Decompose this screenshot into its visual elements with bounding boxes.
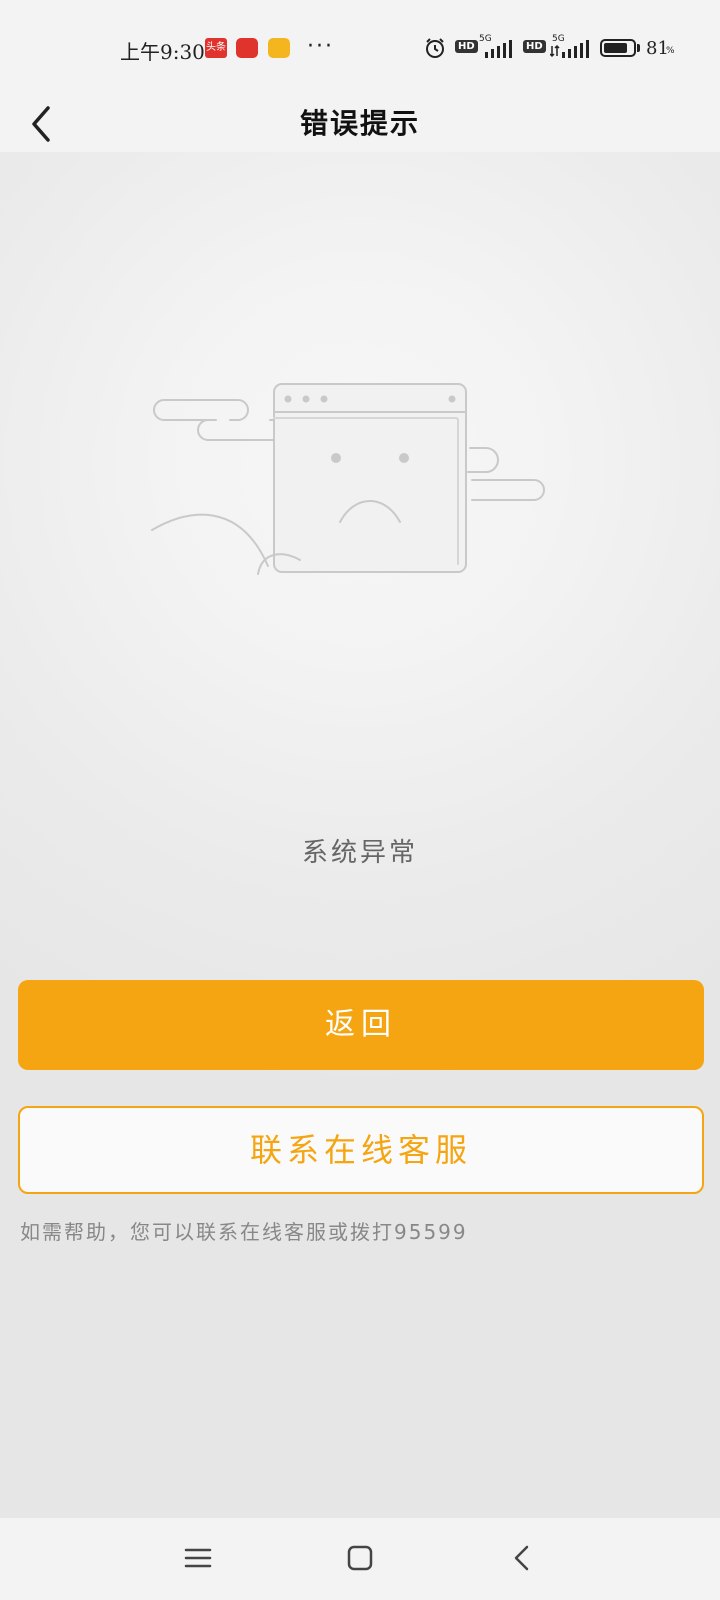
signal-icon — [550, 40, 589, 58]
contact-online-service-button[interactable]: 联系在线客服 — [18, 1106, 704, 1194]
toutiao-notification-icon: 头条 — [205, 38, 227, 58]
alarm-icon — [426, 38, 444, 58]
battery-icon — [600, 39, 636, 57]
battery-tip — [637, 44, 640, 52]
status-time: 上午9:30 — [120, 40, 205, 64]
hd-indicator: HD — [523, 40, 546, 53]
main-content: 系统异常 返回 联系在线客服 如需帮助，您可以联系在线客服或拨打95599 — [0, 152, 720, 1518]
more-notifications-icon: ··· — [307, 34, 334, 59]
menu-icon[interactable] — [178, 1538, 218, 1578]
home-square-icon[interactable] — [340, 1538, 380, 1578]
error-message: 系统异常 — [301, 838, 418, 868]
return-button[interactable]: 返回 — [18, 980, 704, 1070]
battery-fill — [604, 43, 627, 53]
status-bar: 上午9:30 头条 ··· HD 5G HD 5G 81 % — [0, 0, 720, 96]
back-triangle-icon[interactable] — [503, 1538, 543, 1578]
system-navigation-bar — [0, 1518, 720, 1600]
mail-notification-icon — [268, 38, 290, 58]
hd-indicator: HD — [455, 40, 478, 53]
sad-browser-window-illustration — [151, 383, 545, 575]
help-text: 如需帮助，您可以联系在线客服或拨打95599 — [20, 1220, 468, 1244]
page-title: 错误提示 — [299, 107, 420, 140]
signal-icon — [485, 40, 512, 58]
chevron-left-icon — [32, 106, 50, 142]
battery-percent-sign: % — [666, 46, 675, 56]
back-button[interactable] — [22, 96, 62, 152]
navigation-bar: 错误提示 — [0, 96, 720, 152]
message-notification-icon — [236, 38, 258, 58]
